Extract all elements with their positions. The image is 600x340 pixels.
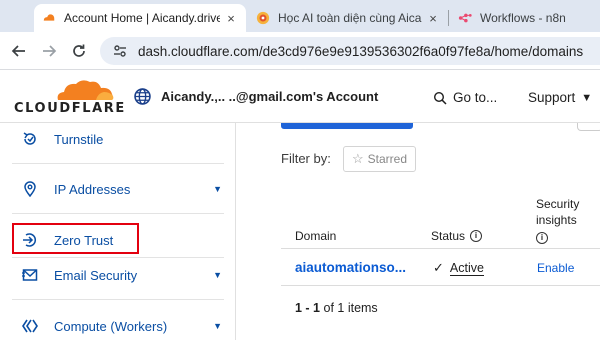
reload-icon[interactable]: [68, 40, 90, 62]
sidebar-item-turnstile[interactable]: Turnstile: [0, 119, 236, 159]
support-label: Support: [528, 90, 576, 105]
tab-title: Account Home | Aicandy.drive: [64, 11, 220, 25]
sidebar-item-label: Compute (Workers): [54, 318, 168, 334]
back-arrow-icon[interactable]: [8, 40, 30, 62]
check-icon: ✓: [433, 260, 444, 275]
go-to-label: Go to...: [453, 90, 498, 105]
security-header-line2: insights: [536, 213, 577, 227]
status-text: Active: [449, 260, 484, 276]
location-pin-icon: [24, 181, 36, 197]
search-icon: [433, 91, 447, 105]
chevron-down-icon[interactable]: ▼: [213, 321, 222, 331]
add-domain-button[interactable]: [281, 123, 413, 129]
browser-toolbar: dash.cloudflare.com/de3cd976e9e913953630…: [0, 32, 600, 70]
cloudflare-cloud-icon: [57, 80, 114, 100]
support-menu[interactable]: Support ▼: [528, 90, 592, 105]
domain-link[interactable]: aiautomationso...: [295, 260, 406, 275]
go-to-button[interactable]: Go to...: [433, 90, 497, 105]
filter-label: Filter by:: [281, 151, 331, 166]
account-name: Aicandy.‚.. ..@gmail.com's Account: [161, 89, 379, 104]
column-header-security-insights: Security insights i: [536, 196, 579, 244]
sidebar-item-label: IP Addresses: [54, 181, 131, 197]
zero-trust-highlight-box: [12, 223, 139, 254]
tab-strip-edge: [0, 4, 30, 32]
column-header-domain[interactable]: Domain: [295, 229, 336, 243]
sidebar-divider: [12, 213, 224, 214]
globe-icon: [134, 88, 151, 105]
info-icon[interactable]: i: [470, 230, 483, 242]
enable-security-link[interactable]: Enable: [537, 261, 574, 275]
workers-icon: [22, 319, 38, 333]
status-header-label: Status: [431, 229, 466, 243]
table-header-divider: [281, 248, 600, 249]
tab-aicandy[interactable]: Học AI toàn diện cùng Aicandy ×: [250, 4, 446, 32]
tab-title: Workflows - n8n: [480, 11, 566, 25]
site-settings-icon[interactable]: [112, 43, 128, 59]
tab-n8n[interactable]: Workflows - n8n: [452, 4, 600, 32]
browser-tab-strip: Account Home | Aicandy.drive × Học AI to…: [0, 0, 600, 32]
account-switcher[interactable]: Aicandy.‚.. ..@gmail.com's Account: [134, 88, 378, 105]
close-tab-icon[interactable]: ×: [426, 11, 440, 26]
sidebar-item-label: Turnstile: [54, 131, 104, 147]
table-row-divider: [281, 285, 600, 286]
view-toggle-button[interactable]: [577, 123, 600, 131]
chevron-down-icon[interactable]: ▼: [213, 184, 222, 194]
aicandy-favicon: [256, 11, 270, 25]
cloudflare-favicon: [43, 14, 55, 21]
tab-title: Học AI toàn diện cùng Aicandy: [278, 11, 422, 25]
pagination-suffix: of 1 items: [323, 301, 378, 315]
sidebar-divider: [12, 163, 224, 164]
sidebar-item-label: Email Security: [54, 267, 138, 283]
close-tab-icon[interactable]: ×: [224, 11, 238, 26]
chevron-down-icon: ▼: [581, 91, 593, 104]
column-header-status[interactable]: Status i: [431, 229, 483, 243]
sidebar-item-compute-workers[interactable]: Compute (Workers) ▼: [0, 306, 236, 340]
domains-panel: Filter by: ☆ Starred Domain Status i Sec…: [237, 123, 600, 340]
tab-account-home[interactable]: Account Home | Aicandy.drive ×: [34, 4, 246, 32]
star-icon: ☆: [352, 151, 364, 166]
info-icon[interactable]: i: [536, 232, 548, 244]
sidebar-divider: [12, 299, 224, 300]
tab-separator: [448, 10, 449, 26]
cloudflare-logo[interactable]: CLOUDFLARE: [14, 79, 126, 117]
sidebar-item-ip-addresses[interactable]: IP Addresses ▼: [0, 169, 236, 209]
forward-arrow-icon[interactable]: [38, 40, 60, 62]
pagination-summary: 1 - 1 of 1 items: [295, 301, 378, 315]
chevron-down-icon[interactable]: ▼: [213, 270, 222, 280]
cloudflare-wordmark: CLOUDFLARE: [14, 101, 126, 116]
url-text: dash.cloudflare.com/de3cd976e9e913953630…: [138, 43, 584, 59]
starred-label: Starred: [367, 152, 408, 166]
turnstile-icon: [23, 132, 36, 145]
sidebar-item-email-security[interactable]: Email Security ▼: [0, 255, 236, 295]
envelope-icon: [22, 269, 38, 281]
address-bar[interactable]: dash.cloudflare.com/de3cd976e9e913953630…: [100, 37, 600, 65]
n8n-favicon: [458, 13, 472, 23]
status-badge: ✓ Active: [433, 260, 484, 276]
starred-filter-chip[interactable]: ☆ Starred: [343, 146, 417, 172]
pagination-range: 1 - 1: [295, 301, 321, 315]
cloudflare-header: CLOUDFLARE Aicandy.‚.. ..@gmail.com's Ac…: [0, 71, 600, 123]
security-header-line1: Security: [536, 197, 580, 211]
